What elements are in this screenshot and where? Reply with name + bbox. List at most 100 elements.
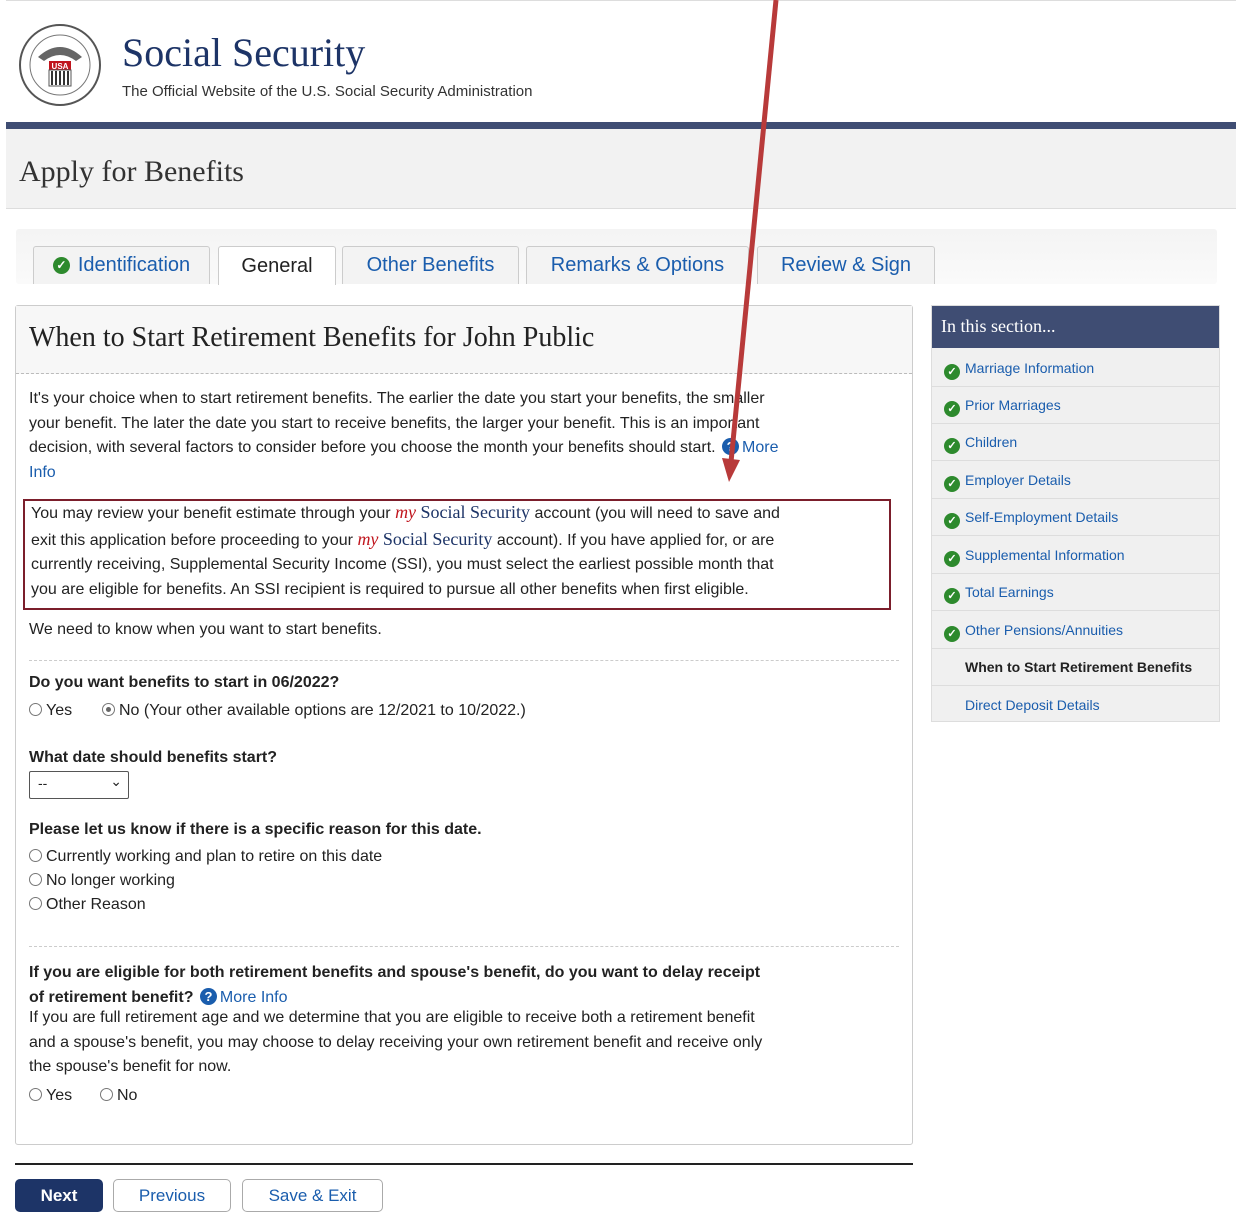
sidenav-item-label: Total Earnings [965,584,1054,600]
sidenav-item-prior-marriages[interactable]: ✓ Prior Marriages [932,387,1219,424]
reason-option-working[interactable]: Currently working and plan to retire on … [29,848,382,866]
more-info-link-cont[interactable]: Info [29,461,899,486]
sidenav-item-self-employment[interactable]: ✓ Self-Employment Details [932,499,1219,536]
ssa-seal-logo[interactable]: USA [18,23,102,107]
sidenav-item-label: Supplemental Information [965,547,1125,563]
page-title: Apply for Benefits [19,155,244,188]
sidenav-item-label: Prior Marriages [965,397,1061,413]
check-circle-icon: ✓ [944,588,960,604]
notice-text-part: You may review your benefit estimate thr… [31,505,391,522]
radio-button[interactable] [29,897,42,910]
tab-label: General [241,254,313,277]
tab-label: Identification [77,254,191,276]
start-date-select[interactable]: -- ⌄ [29,771,129,799]
check-circle-icon: ✓ [944,401,960,417]
chevron-down-icon: ⌄ [110,773,122,789]
tab-label: Remarks & Options [550,254,725,276]
option-label: No (Your other available options are 12/… [119,702,526,719]
radio-button[interactable] [29,873,42,886]
q2-label: What date should benefits start? [29,749,278,766]
notice-text-part: account). If you have applied for, or ar… [496,531,775,549]
next-button[interactable]: Next [15,1179,103,1212]
section-divider [29,660,899,661]
notice-line: currently receiving, Supplemental Securi… [31,556,774,573]
more-info-link[interactable]: More [742,439,778,456]
my-ss-brand-link[interactable]: Social Security [421,502,530,522]
check-circle-icon: ✓ [944,364,960,380]
more-info-link[interactable]: More Info [220,989,288,1006]
select-value: -- [38,775,48,791]
reason-option-other[interactable]: Other Reason [29,896,146,914]
q4-desc-line: and a spouse's benefit, you may choose t… [29,1033,763,1051]
q1-yes-option[interactable]: Yes [29,702,72,720]
option-label: No longer working [46,872,175,889]
help-question-icon[interactable]: ? [722,438,740,455]
intro-text: It's your choice when to start retiremen… [29,387,899,485]
radio-button[interactable] [100,1088,113,1101]
sidenav-item-label: Marriage Information [965,360,1095,376]
tab-label: Review & Sign [780,254,912,276]
reason-option-not-working[interactable]: No longer working [29,872,175,890]
intro-line: decision, with several factors to consid… [29,436,899,461]
q4-yes-option[interactable]: Yes [29,1087,72,1105]
site-header: USA Social Security The Official Website… [6,0,1236,123]
sidenav-item-label: Self-Employment Details [965,509,1119,525]
option-label: Yes [46,702,73,719]
q4-label-text: of retirement benefit? [29,988,194,1006]
q3-label: Please let us know if there is a specifi… [29,821,482,838]
section-divider [29,946,899,947]
intro-line: It's your choice when to start retiremen… [29,390,765,407]
site-title[interactable]: Social Security [122,29,365,76]
my-ss-brand-my[interactable]: my [357,529,378,549]
radio-button-selected[interactable] [102,703,115,716]
tab-other-benefits[interactable]: Other Benefits [342,246,519,284]
check-circle-icon: ✓ [944,626,960,642]
q4-label: If you are eligible for both retirement … [29,961,899,1010]
radio-button[interactable] [29,849,42,862]
sidenav-item-supplemental-info[interactable]: ✓ Supplemental Information [932,537,1219,574]
tab-general[interactable]: General [218,246,336,285]
check-circle-icon: ✓ [944,476,960,492]
tab-label: Other Benefits [366,254,495,276]
q1-label: Do you want benefits to start in 06/2022… [29,674,340,691]
sidenav-item-direct-deposit[interactable]: Direct Deposit Details [932,687,1219,724]
save-exit-button[interactable]: Save & Exit [242,1179,383,1212]
sidenav-item-other-pensions[interactable]: ✓ Other Pensions/Annuities [932,612,1219,649]
notice-line: You may review your benefit estimate thr… [31,500,891,527]
sidenav-item-label: Other Pensions/Annuities [965,622,1123,638]
previous-button[interactable]: Previous [113,1179,231,1212]
radio-button[interactable] [29,703,42,716]
need-to-know-text: We need to know when you want to start b… [29,621,382,638]
footer-divider [15,1163,913,1165]
option-label: Yes [46,1087,73,1104]
help-question-icon[interactable]: ? [199,987,217,1005]
sidenav-item-employer-details[interactable]: ✓ Employer Details [932,462,1219,499]
header-divider [6,122,1236,129]
my-ss-brand-link[interactable]: Social Security [383,529,492,549]
panel-header: When to Start Retirement Benefits for Jo… [16,306,912,374]
sidenav-item-children[interactable]: ✓ Children [932,424,1219,461]
check-circle-icon: ✓ [52,257,70,274]
q4-no-option[interactable]: No [100,1087,137,1105]
sidenav-item-marriage-information[interactable]: ✓ Marriage Information [932,350,1219,387]
check-circle-icon: ✓ [944,438,960,454]
sidenav-item-total-earnings[interactable]: ✓ Total Earnings [932,574,1219,611]
intro-line-text: decision, with several factors to consid… [29,439,716,456]
notice-line: exit this application before proceeding … [31,527,891,554]
my-ss-brand-my[interactable]: my [395,502,416,522]
tab-identification[interactable]: ✓ Identification [33,246,210,284]
sidenav-item-label: Employer Details [965,472,1071,488]
q4-description: If you are full retirement age and we de… [29,1006,899,1080]
tab-review-sign[interactable]: Review & Sign [757,246,935,284]
tab-remarks-options[interactable]: Remarks & Options [526,246,749,284]
notice-text: You may review your benefit estimate thr… [31,500,891,602]
radio-button[interactable] [29,1088,42,1101]
section-sidenav: In this section... ✓ Marriage Information… [931,305,1220,722]
sidenav-title: In this section... [932,306,1219,348]
option-label: Other Reason [46,896,146,913]
intro-line: your benefit. The later the date you sta… [29,414,760,432]
sidenav-item-label: Children [965,434,1018,450]
q1-no-option[interactable]: No (Your other available options are 12/… [102,702,526,720]
sidenav-item-when-to-start: When to Start Retirement Benefits [932,649,1219,686]
option-label: No [117,1087,138,1104]
